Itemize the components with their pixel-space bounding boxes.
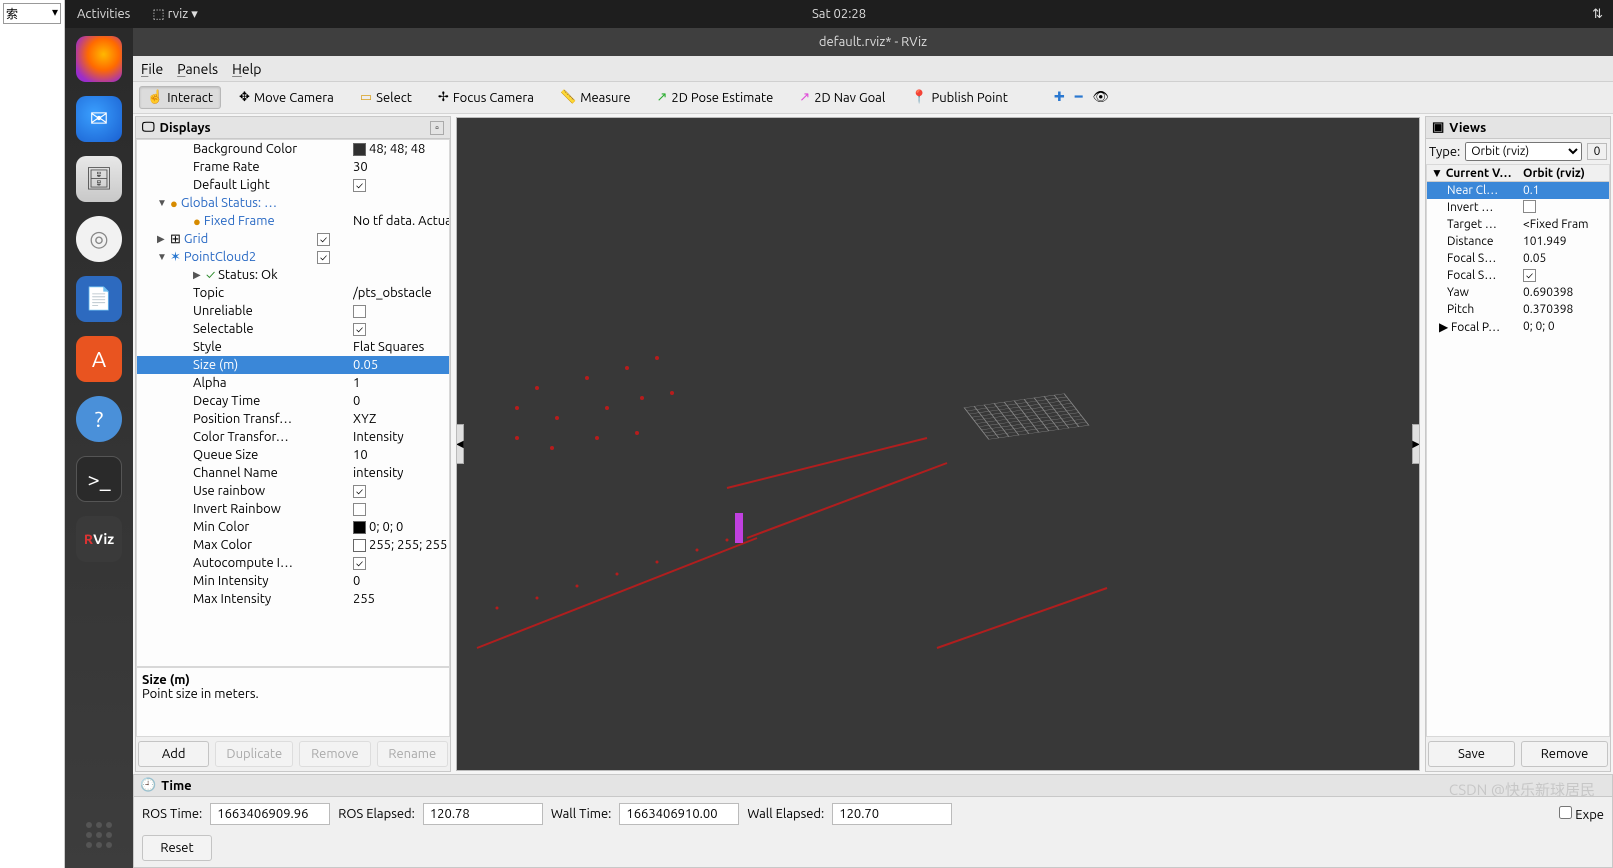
ruler-icon: 📏 (560, 90, 576, 105)
zero-button[interactable]: 0 (1587, 143, 1607, 160)
3d-viewport[interactable]: ◀ ▶ (456, 117, 1420, 771)
checkbox[interactable] (353, 305, 366, 318)
grid-icon: ⊞ (170, 232, 181, 247)
save-view-button[interactable]: Save (1428, 741, 1515, 767)
window-title: default.rviz* - RViz (133, 28, 1613, 56)
size-row-selected: Size (m)0.05 (137, 356, 449, 374)
warn-icon: ● (170, 196, 178, 211)
pointcloud-render (457, 118, 1419, 770)
monitor-icon: 🖵 (142, 120, 155, 135)
hand-icon: ☝ (147, 90, 163, 105)
dock: ✉ 🗄 ◎ 📄 A ? >_ RViz (65, 28, 133, 868)
time-panel: 🕘Time ROS Time: ROS Elapsed: Wall Time: … (133, 774, 1613, 868)
select-tool[interactable]: ▭Select (352, 86, 420, 109)
select-icon: ▭ (360, 90, 372, 105)
menu-help[interactable]: Help (232, 61, 261, 77)
network-icon: ⇅ (1592, 7, 1603, 21)
thunderbird-icon[interactable]: ✉ (76, 96, 122, 142)
checkbox[interactable]: ✓ (353, 179, 366, 192)
warn-icon: ● (193, 214, 201, 229)
menubar: FFileile Panels Help (133, 56, 1613, 82)
software-icon[interactable]: A (76, 336, 122, 382)
help-icon[interactable]: ? (76, 396, 122, 442)
checkbox[interactable]: ✓ (353, 557, 366, 570)
files-icon[interactable]: 🗄 (76, 156, 122, 202)
remove-view-button[interactable]: Remove (1521, 741, 1608, 767)
ros-elapsed-field[interactable] (423, 803, 543, 825)
browser-remnant: 索 ▾ (0, 0, 65, 868)
focus-icon: ✢ (438, 90, 449, 105)
reset-button[interactable]: Reset (142, 835, 212, 861)
checkbox[interactable]: ✓ (317, 233, 330, 246)
displays-panel: 🖵Displays▫ Background Color48; 48; 48 Fr… (135, 116, 451, 772)
activities-button[interactable]: Activities (65, 7, 142, 21)
minus-icon[interactable]: ━ (1075, 90, 1083, 105)
interact-tool[interactable]: ☝Interact (139, 86, 221, 109)
remove-button: Remove (299, 741, 370, 767)
gnome-topbar: Activities ⬚ rviz ▾ Sat 02:28 ⇅ (65, 0, 1613, 28)
rviz-icon[interactable]: RViz (76, 516, 122, 562)
eye-icon[interactable]: 👁 (1093, 90, 1110, 105)
rhythmbox-icon[interactable]: ◎ (76, 216, 122, 262)
move-icon: ✥ (239, 90, 250, 105)
pointcloud-icon: ✶ (170, 250, 181, 265)
rviz-window: default.rviz* - RViz FFileile Panels Hel… (133, 28, 1613, 868)
check-icon: ✓ (206, 268, 215, 282)
description-box: Size (m) Point size in meters. (136, 667, 450, 737)
search-dropdown[interactable]: 索 ▾ (3, 3, 61, 24)
views-tree[interactable]: ▼ Current V…Orbit (rviz) Near Cl…0.1 Inv… (1426, 164, 1610, 737)
move-camera-tool[interactable]: ✥Move Camera (231, 86, 342, 109)
clock: Sat 02:28 (812, 7, 866, 21)
wall-elapsed-field[interactable] (832, 803, 952, 825)
views-panel: ▣Views Type: Orbit (rviz) 0 ▼ Current V…… (1425, 116, 1611, 772)
wall-time-field[interactable] (619, 803, 739, 825)
color-swatch (353, 143, 366, 156)
checkbox[interactable]: ✓ (353, 323, 366, 336)
displays-tree[interactable]: Background Color48; 48; 48 Frame Rate30 … (136, 139, 450, 667)
checkbox[interactable]: ✓ (317, 251, 330, 264)
color-swatch (353, 539, 366, 552)
checkbox[interactable]: ✓ (353, 485, 366, 498)
clock-icon: 🕘 (140, 778, 156, 793)
writer-icon[interactable]: 📄 (76, 276, 122, 322)
firefox-icon[interactable] (76, 36, 122, 82)
camera-icon: ▣ (1432, 120, 1444, 135)
rename-button: Rename (377, 741, 448, 767)
close-panel-icon[interactable]: ▫ (430, 121, 444, 135)
duplicate-button: Duplicate (215, 741, 293, 767)
focus-camera-tool[interactable]: ✢Focus Camera (430, 86, 542, 109)
arrow-icon: ↗ (657, 90, 668, 105)
publish-point-tool[interactable]: 📍Publish Point (903, 86, 1016, 109)
color-swatch (353, 521, 366, 534)
pin-icon: 📍 (911, 90, 927, 105)
experimental-checkbox[interactable] (1559, 806, 1572, 819)
arrow-icon: ↗ (799, 90, 810, 105)
checkbox[interactable] (353, 503, 366, 516)
menu-file[interactable]: FFileile (141, 61, 163, 77)
ros-time-field[interactable] (210, 803, 330, 825)
plus-icon[interactable]: ✚ (1054, 90, 1065, 105)
nav-goal-tool[interactable]: ↗2D Nav Goal (791, 86, 893, 109)
obstacle-marker (735, 513, 743, 543)
toolbar: ☝Interact ✥Move Camera ▭Select ✢Focus Ca… (133, 82, 1613, 114)
view-type-select[interactable]: Orbit (rviz) (1465, 142, 1582, 161)
add-button[interactable]: Add (138, 741, 209, 767)
checkbox[interactable]: ✓ (1523, 269, 1536, 282)
terminal-icon[interactable]: >_ (76, 456, 122, 502)
menu-panels[interactable]: Panels (177, 61, 218, 77)
system-tray[interactable]: ⇅ (1592, 7, 1613, 22)
measure-tool[interactable]: 📏Measure (552, 86, 639, 109)
checkbox[interactable] (1523, 200, 1536, 213)
app-menu[interactable]: ⬚ rviz ▾ (142, 7, 207, 22)
app-grid-icon[interactable] (86, 822, 112, 848)
pose-estimate-tool[interactable]: ↗2D Pose Estimate (649, 86, 782, 109)
